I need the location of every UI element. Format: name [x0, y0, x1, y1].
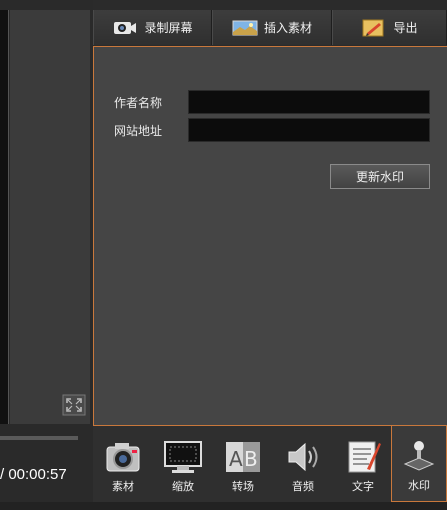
ab-transition-icon: A B — [223, 439, 263, 475]
tab-export[interactable]: 导出 — [332, 10, 447, 45]
top-tabs: 录制屏幕 插入素材 导出 — [93, 10, 447, 45]
progress-track[interactable] — [0, 436, 78, 440]
author-label: 作者名称 — [114, 96, 163, 110]
tool-text[interactable]: 文字 — [333, 426, 393, 502]
tool-media[interactable]: 素材 — [93, 426, 153, 502]
monitor-icon — [163, 439, 203, 475]
video-preview — [0, 10, 9, 424]
text-document-icon — [343, 439, 383, 475]
preview-backdrop — [10, 10, 90, 424]
tab-record-screen[interactable]: 录制屏幕 — [93, 10, 212, 45]
tool-zoom[interactable]: 缩放 — [153, 426, 213, 502]
joystick-icon — [399, 438, 439, 474]
tab-label: 插入素材 — [263, 21, 312, 35]
landscape-icon — [232, 19, 258, 37]
camera-icon — [112, 19, 138, 37]
svg-text:A: A — [229, 447, 243, 471]
tool-transition[interactable]: A B 转场 — [213, 426, 273, 502]
tool-watermark[interactable]: 水印 — [391, 426, 447, 502]
tool-label: 转场 — [232, 480, 254, 493]
update-watermark-button[interactable]: 更新水印 — [330, 164, 430, 189]
tab-insert-media[interactable]: 插入素材 — [212, 10, 332, 45]
status-strip — [0, 502, 447, 510]
pencil-export-icon — [361, 19, 387, 37]
bottom-toolbar: 素材 缩放 A B 转场 音频 文字 水印 — [93, 426, 447, 502]
camera-icon — [103, 439, 143, 475]
tool-label: 文字 — [352, 480, 374, 493]
tool-label: 音频 — [292, 480, 314, 493]
tool-audio[interactable]: 音频 — [273, 426, 333, 502]
watermark-panel: 作者名称 网站地址 更新水印 — [93, 46, 447, 426]
tab-label: 录制屏幕 — [144, 21, 193, 35]
tool-label: 素材 — [112, 480, 134, 493]
website-url-input[interactable] — [188, 118, 430, 142]
preview-area: / 00:00:57 — [0, 0, 93, 510]
author-name-input[interactable] — [188, 90, 430, 114]
fullscreen-icon[interactable] — [62, 394, 86, 416]
tool-label: 缩放 — [172, 480, 194, 493]
speaker-icon — [283, 439, 323, 475]
website-label: 网站地址 — [114, 124, 163, 138]
tool-label: 水印 — [408, 479, 430, 492]
svg-text:B: B — [244, 447, 258, 471]
tab-label: 导出 — [393, 21, 418, 35]
time-display: / 00:00:57 — [0, 466, 67, 483]
